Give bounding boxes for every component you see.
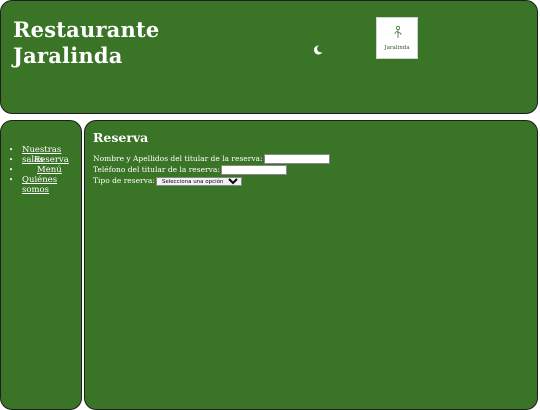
nav-link-reserva[interactable]: Reserva xyxy=(34,155,69,165)
nav-link-menu[interactable]: Menú xyxy=(37,165,62,175)
bullet-icon: • xyxy=(9,166,14,174)
phone-label: Teléfono del titular de la reserva: xyxy=(93,165,220,174)
site-title: Restaurante Jaralinda xyxy=(13,17,159,69)
name-label: Nombre y Apellidos del titular de la res… xyxy=(93,154,263,163)
reservation-type-label: Tipo de reserva: xyxy=(93,176,155,185)
site-title-line-1: Restaurante xyxy=(13,17,160,42)
restaurant-logo: Jaralinda xyxy=(376,17,418,59)
nav-link-quienes-somos[interactable]: Quiénes somos xyxy=(22,175,57,195)
logo-leaf-icon xyxy=(394,26,402,38)
reservation-type-row: Tipo de reserva: Selecciona una opción xyxy=(93,176,242,186)
nav-list: • Nuestras salas • Reserva • Menú • Quié… xyxy=(9,145,81,195)
name-input[interactable] xyxy=(263,154,330,164)
site-header: Restaurante Jaralinda Jaralinda xyxy=(0,0,538,114)
nav-item-reserva: • Reserva xyxy=(9,155,81,165)
name-row: Nombre y Apellidos del titular de la res… xyxy=(93,154,330,164)
moon-icon xyxy=(312,44,324,56)
bullet-icon: • xyxy=(9,176,14,184)
nav-item-nuestras-salas: • Nuestras salas xyxy=(9,145,81,165)
bullet-icon: • xyxy=(9,146,14,154)
page-title: Reserva xyxy=(93,130,149,145)
site-title-line-2: Jaralinda xyxy=(13,43,123,68)
nav-item-quienes-somos: • Quiénes somos xyxy=(9,175,81,195)
main-content: Reserva Nombre y Apellidos del titular d… xyxy=(84,120,538,410)
nav-item-menu: • Menú xyxy=(9,165,81,175)
logo-text: Jaralinda xyxy=(384,45,410,51)
phone-row: Teléfono del titular de la reserva: xyxy=(93,165,287,175)
phone-input[interactable] xyxy=(220,165,287,175)
reservation-type-select[interactable]: Selecciona una opción xyxy=(155,176,242,186)
bullet-icon: • xyxy=(9,156,14,164)
sidebar: • Nuestras salas • Reserva • Menú • Quié… xyxy=(0,120,82,410)
